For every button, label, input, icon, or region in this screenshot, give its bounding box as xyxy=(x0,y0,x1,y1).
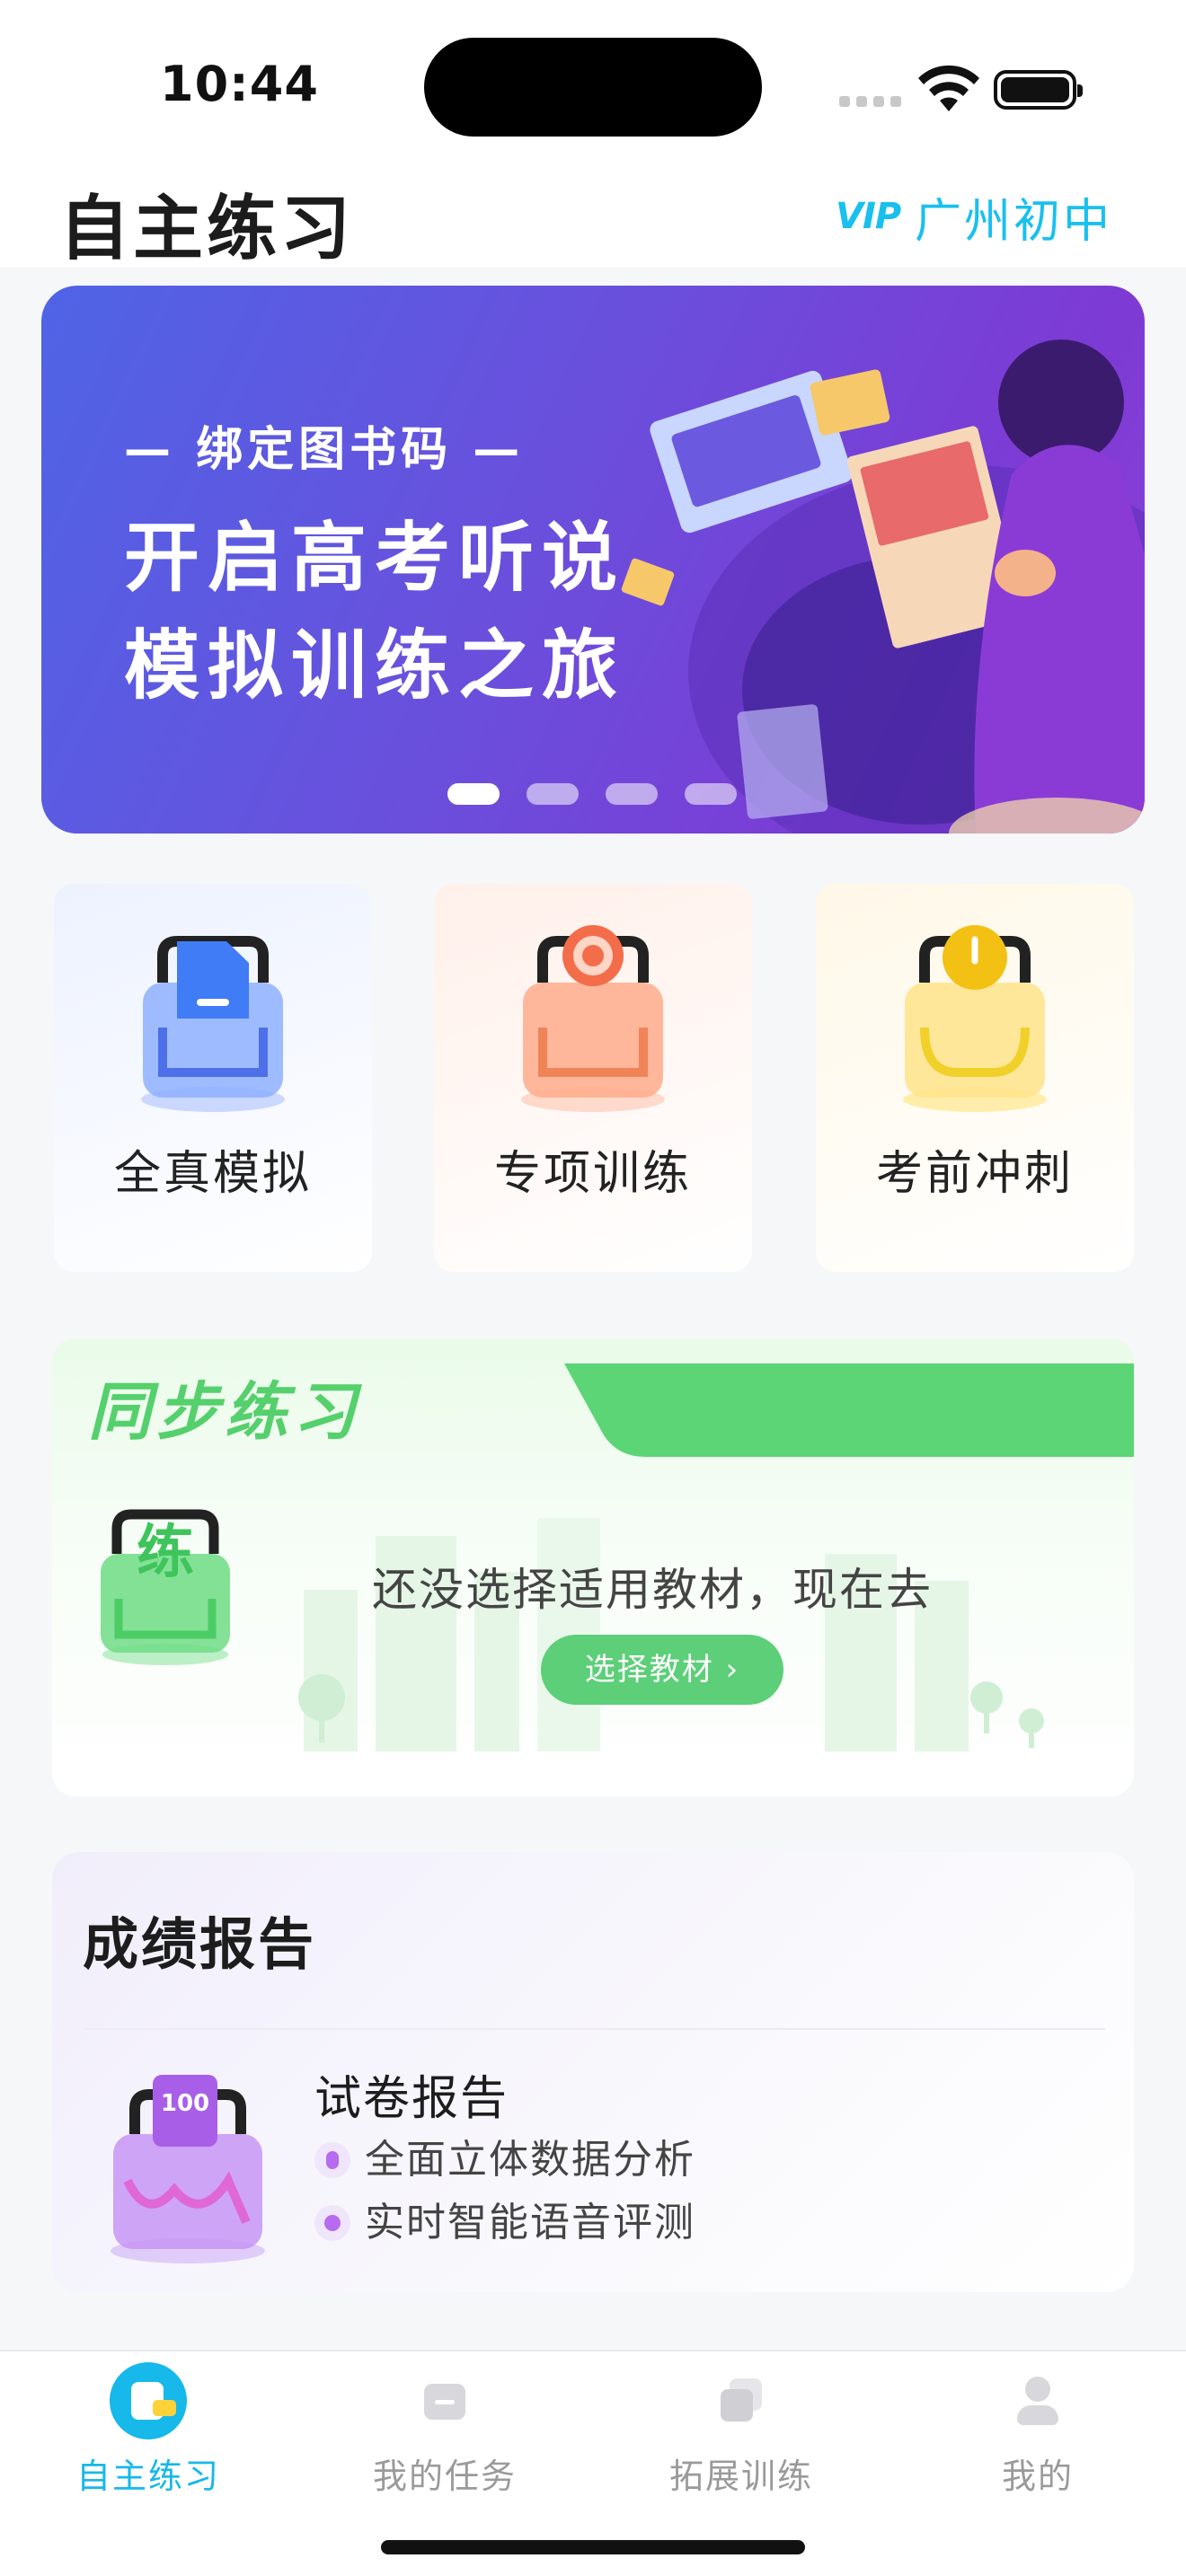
status-bar: 10:44 xyxy=(0,0,1186,162)
stopwatch-bag-icon xyxy=(903,925,1047,1112)
pagination-dot[interactable] xyxy=(527,783,579,805)
banner-pagination[interactable] xyxy=(447,783,764,807)
tab-my-tasks[interactable]: 我的任务 xyxy=(296,2362,593,2498)
city-skyline-decoration xyxy=(298,1518,1044,1751)
cellular-signal-icon xyxy=(839,93,907,110)
microphone-icon xyxy=(314,2142,350,2178)
promo-banner[interactable]: — 绑定图书码 — 开启高考听说 模拟训练之旅 xyxy=(41,286,1145,834)
banner-headline-line2: 模拟训练之旅 xyxy=(124,622,626,710)
task-icon xyxy=(406,2362,483,2439)
tab-extended-training[interactable]: 拓展训练 xyxy=(593,2362,890,2498)
tab-label: 我的任务 xyxy=(372,2457,517,2496)
battery-icon xyxy=(994,70,1083,110)
practice-bag-icon: 练 xyxy=(101,1509,230,1665)
feature-card-pre-exam-sprint[interactable]: 考前冲刺 xyxy=(816,884,1134,1272)
vip-badge[interactable]: VIP xyxy=(836,196,901,237)
feature-label: 全真模拟 xyxy=(113,1147,312,1201)
tab-label: 自主练习 xyxy=(75,2457,220,2496)
sync-empty-message: 还没选择适用教材，现在去 xyxy=(372,1564,933,1616)
tab-label: 拓展训练 xyxy=(668,2457,813,2496)
feature-card-special-training[interactable]: 专项训练 xyxy=(434,884,752,1272)
report-feature-text: 实时智能语音评测 xyxy=(365,2200,695,2245)
practice-icon-char: 练 xyxy=(137,1520,194,1586)
paper-report-bag-icon: 100 xyxy=(111,2075,265,2263)
report-feature-text: 全面立体数据分析 xyxy=(365,2137,695,2183)
clock: 10:44 xyxy=(160,56,319,112)
app-header: 自主练习 VIP 广州初中 xyxy=(0,162,1186,269)
feature-card-full-mock[interactable]: 全真模拟 xyxy=(54,884,372,1272)
pagination-dot[interactable] xyxy=(685,783,737,805)
banner-illustration xyxy=(621,340,1145,834)
select-textbook-button[interactable]: 选择教材 › xyxy=(541,1635,783,1705)
home-indicator xyxy=(381,2540,805,2554)
banner-kicker: — 绑定图书码 — xyxy=(124,423,525,477)
dynamic-island xyxy=(424,38,762,137)
sync-header-tab xyxy=(564,1363,1134,1457)
report-icon-score: 100 xyxy=(161,2090,209,2117)
wifi-icon xyxy=(918,65,979,111)
profile-icon xyxy=(999,2362,1076,2439)
paper-report-title: 试卷报告 xyxy=(314,2072,509,2126)
banner-headline-line1: 开启高考听说 xyxy=(124,514,626,602)
pagination-dot[interactable] xyxy=(606,783,658,805)
tab-label: 我的 xyxy=(1001,2457,1074,2496)
region-selector[interactable]: 广州初中 xyxy=(915,183,1112,251)
feature-label: 考前冲刺 xyxy=(875,1147,1074,1201)
sync-practice-card: 同步练习 练 还没选择适用教材，现在去 选择教材 › xyxy=(52,1338,1134,1796)
pie-chart-icon xyxy=(314,2205,350,2241)
expand-icon xyxy=(703,2362,780,2439)
score-report-title: 成绩报告 xyxy=(83,1911,317,1977)
divider xyxy=(84,2028,1105,2030)
practice-icon xyxy=(110,2362,187,2439)
page-title: 自主练习 xyxy=(59,189,355,269)
document-bag-icon xyxy=(141,936,285,1112)
target-bag-icon xyxy=(521,925,665,1112)
pagination-dot[interactable] xyxy=(447,783,500,805)
feature-label: 专项训练 xyxy=(493,1147,692,1201)
score-report-card[interactable]: 成绩报告 100 试卷报告 全面立体数据分析 实时智能语音评测 xyxy=(52,1852,1134,2292)
report-feature-line: 全面立体数据分析 xyxy=(314,2127,695,2184)
tab-self-practice[interactable]: 自主练习 xyxy=(0,2362,296,2498)
tab-profile[interactable]: 我的 xyxy=(890,2362,1186,2498)
report-feature-line: 实时智能语音评测 xyxy=(314,2190,695,2247)
sync-practice-title: 同步练习 xyxy=(88,1375,361,1449)
